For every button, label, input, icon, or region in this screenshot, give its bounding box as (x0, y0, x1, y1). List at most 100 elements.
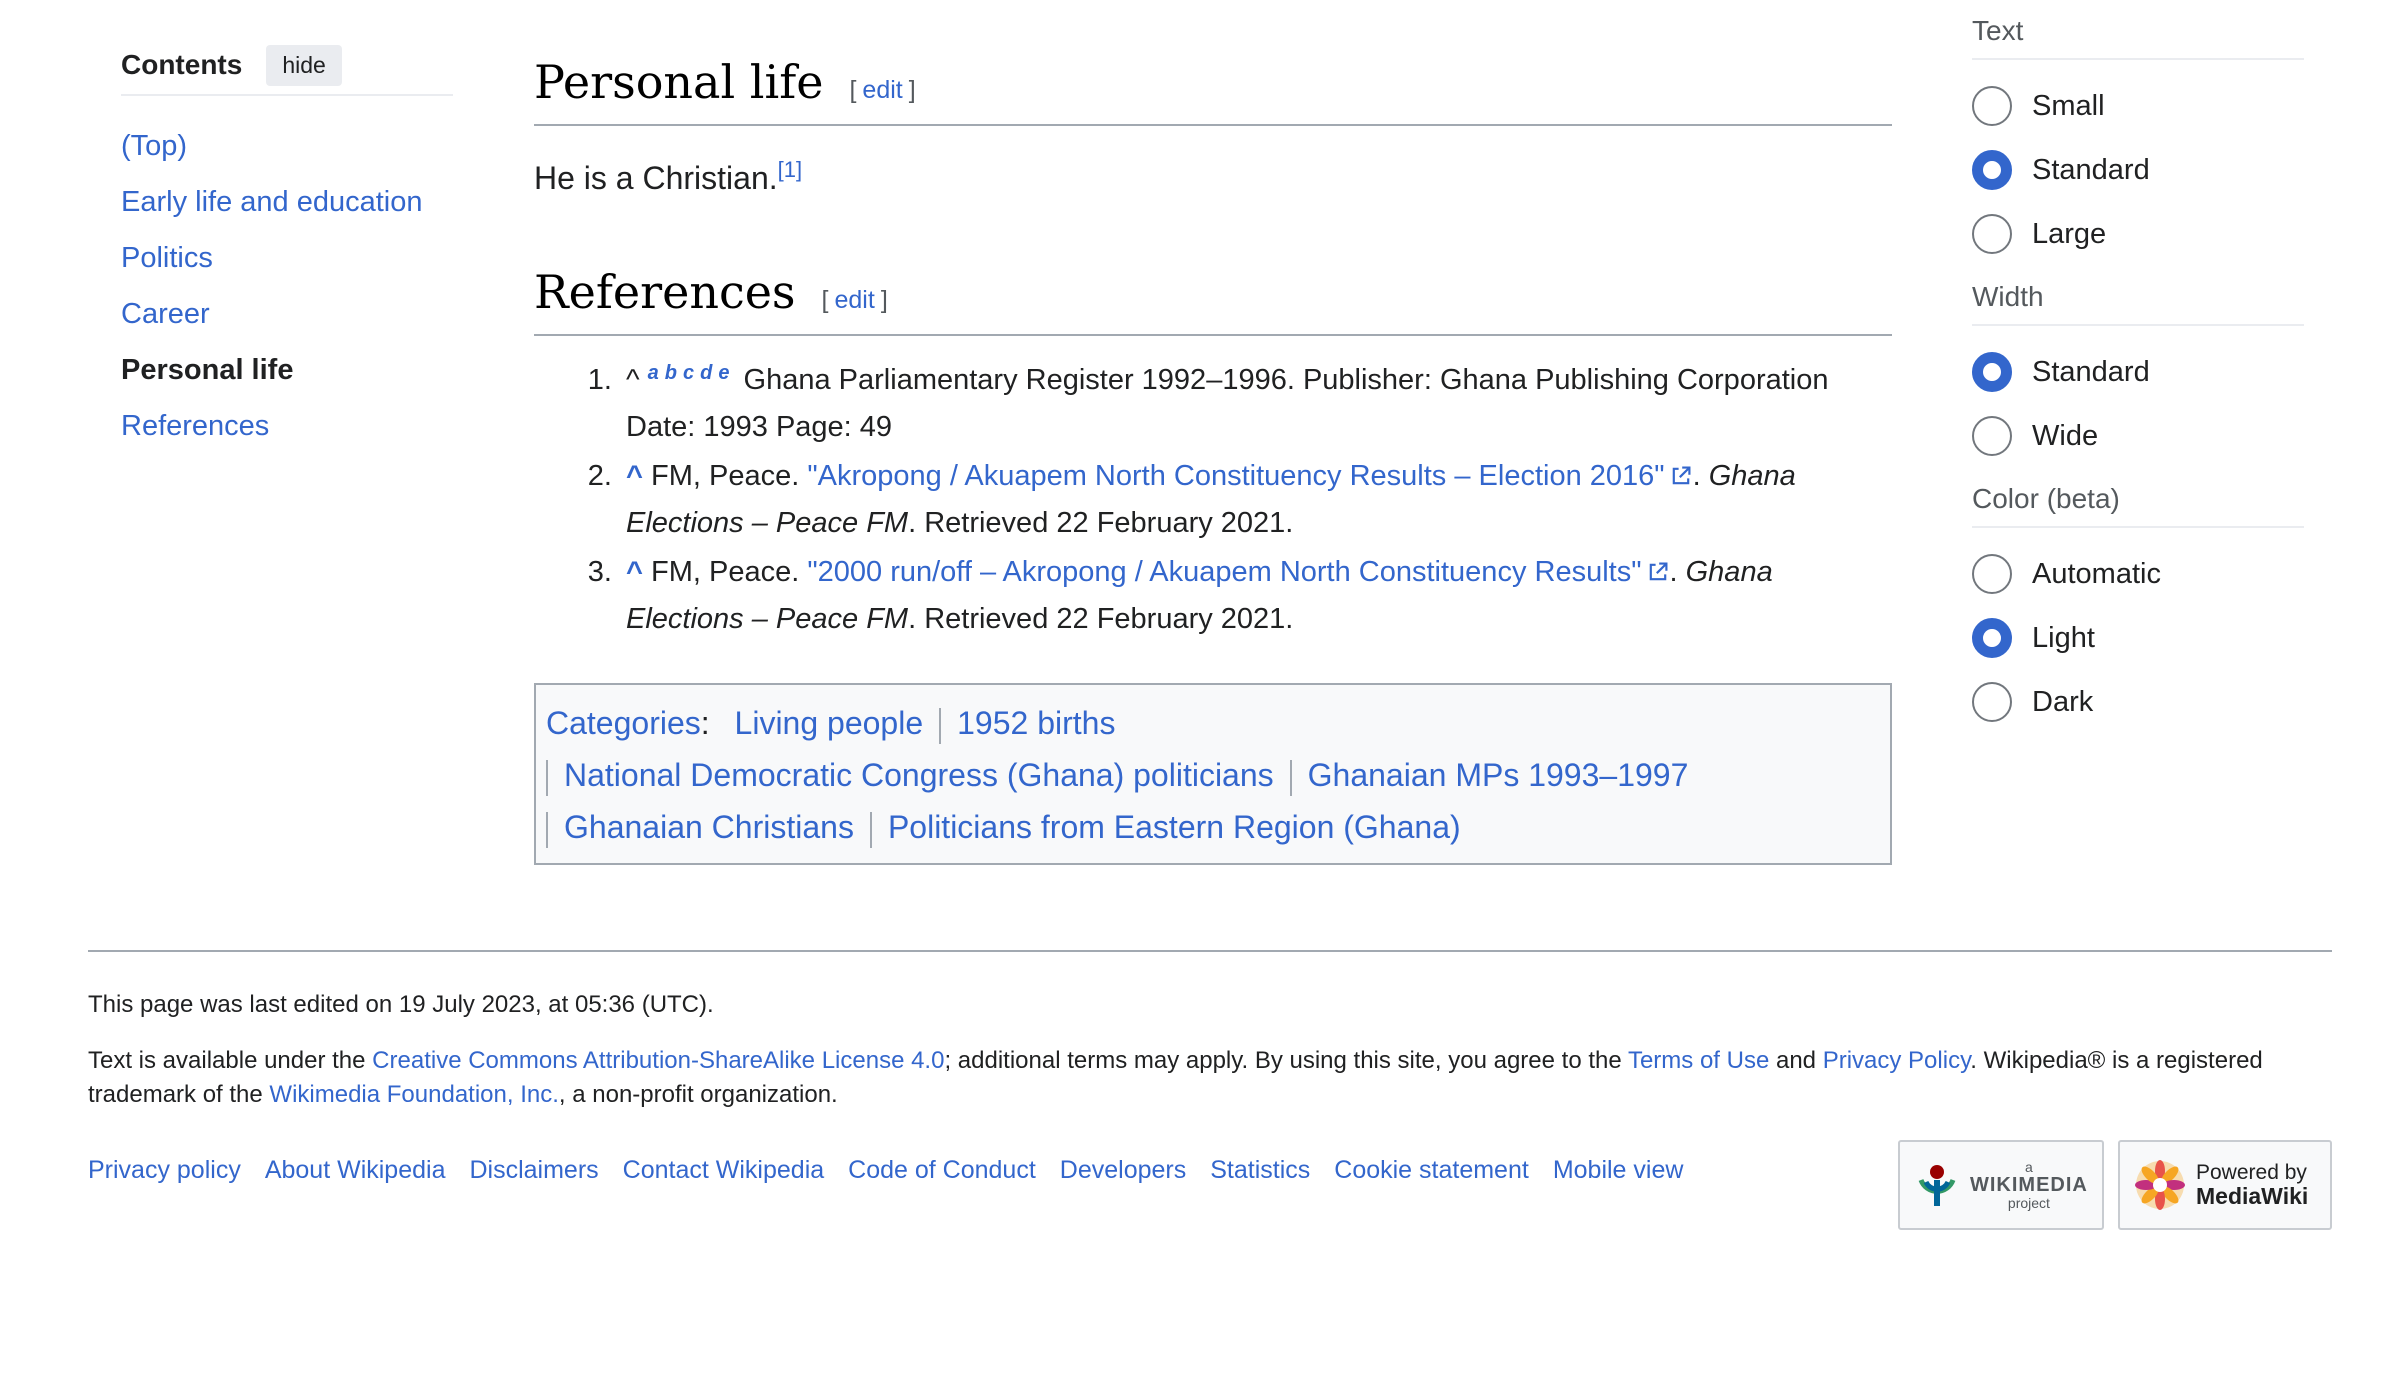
toc-item-personal-life[interactable]: Personal life (121, 342, 453, 398)
toc-item-top[interactable]: (Top) (121, 118, 453, 174)
footer-link-disclaimers[interactable]: Disclaimers (469, 1156, 598, 1185)
toc-item-early-life[interactable]: Early life and education (121, 174, 453, 230)
radio-button[interactable] (1972, 86, 2012, 126)
badge-wikimedia-text: WIKIMEDIA (1970, 1173, 2088, 1196)
category-row: Ghanaian Christians Politicians from East… (546, 801, 1880, 853)
backlink-c[interactable]: c (683, 362, 694, 384)
reference-item-2: ^ FM, Peace. "Akropong / Akuapem North C… (620, 453, 1892, 547)
toc-item-career[interactable]: Career (121, 286, 453, 342)
radio-button[interactable] (1972, 214, 2012, 254)
reference-backlink-caret[interactable]: ^ (626, 460, 643, 492)
heading-references: References (534, 265, 796, 319)
powered-by-mediawiki-badge[interactable]: Powered by MediaWiki (2118, 1140, 2332, 1230)
page-footer: This page was last edited on 19 July 202… (88, 950, 2332, 1230)
badge-small-text: a (2025, 1158, 2033, 1175)
edit-section-references: [edit] (821, 286, 888, 314)
external-link-icon (1672, 466, 1691, 485)
backlink-d[interactable]: d (700, 362, 712, 384)
option-label: Automatic (2032, 557, 2161, 590)
backlink-a[interactable]: a (648, 362, 659, 384)
external-link-icon (1649, 562, 1667, 581)
appearance-color-section: Color (beta) Automatic Light Dark (1972, 480, 2304, 742)
privacy-policy-link[interactable]: Privacy Policy (1823, 1047, 1971, 1074)
footer-link-about[interactable]: About Wikipedia (265, 1156, 446, 1185)
category-row: Categories: Living people 1952 births (546, 697, 1880, 749)
radio-button[interactable] (1972, 416, 2012, 456)
radio-button[interactable] (1972, 682, 2012, 722)
reference-backlinks: abcde (648, 362, 736, 384)
footer-link-code-of-conduct[interactable]: Code of Conduct (848, 1156, 1036, 1185)
category-separator (546, 811, 548, 848)
toc-item-politics[interactable]: Politics (121, 230, 453, 286)
wikimedia-foundation-link[interactable]: Wikimedia Foundation, Inc. (269, 1081, 558, 1108)
categories-label-link[interactable]: Categories (546, 705, 701, 741)
radio-button-checked[interactable] (1972, 150, 2012, 190)
section-heading-personal-life: Personal life [edit] (534, 50, 1892, 126)
section-heading-references: References [edit] (534, 260, 1892, 336)
category-link[interactable]: Ghanaian Christians (564, 809, 854, 845)
wikimedia-logo-icon (1918, 1165, 1956, 1206)
option-label: Large (2032, 217, 2107, 250)
reference-item-3: ^ FM, Peace. "2000 run/off – Akropong / … (620, 549, 1892, 643)
personal-life-paragraph: He is a Christian.[1] (534, 157, 803, 196)
backlink-b[interactable]: b (665, 362, 677, 384)
edit-link-personal-life[interactable]: edit (862, 76, 902, 104)
appearance-color-title: Color (beta) (1972, 480, 2304, 528)
terms-of-use-link[interactable]: Terms of Use (1628, 1047, 1769, 1074)
option-label: Light (2032, 621, 2095, 654)
category-link[interactable]: Living people (735, 705, 924, 741)
category-link[interactable]: Ghanaian MPs 1993–1997 (1308, 757, 1689, 793)
category-link[interactable]: Politicians from Eastern Region (Ghana) (888, 809, 1461, 845)
text-size-large-option[interactable]: Large (1972, 202, 2304, 266)
badge-powered-by-text: Powered by (2196, 1160, 2307, 1184)
radio-button-checked[interactable] (1972, 352, 2012, 392)
footer-link-cookie-statement[interactable]: Cookie statement (1334, 1156, 1529, 1185)
color-dark-option[interactable]: Dark (1972, 670, 2304, 734)
width-wide-option[interactable]: Wide (1972, 404, 2304, 468)
option-label: Standard (2032, 355, 2150, 388)
license-notice: Text is available under the Creative Com… (88, 1047, 2263, 1108)
wikimedia-project-badge[interactable]: a WIKIMEDIA project (1898, 1140, 2104, 1230)
radio-button-checked[interactable] (1972, 618, 2012, 658)
toc-title: Contents (121, 49, 243, 80)
footer-link-privacy-policy[interactable]: Privacy policy (88, 1156, 241, 1185)
reference-mark-1[interactable]: [1] (778, 157, 802, 182)
reference-text: Ghana Parliamentary Register 1992–1996. … (626, 364, 1829, 443)
radio-button[interactable] (1972, 554, 2012, 594)
badge-mediawiki-text: MediaWiki (2196, 1182, 2309, 1209)
footer-link-contact[interactable]: Contact Wikipedia (623, 1156, 824, 1185)
reference-retrieved: Retrieved 22 February 2021. (924, 507, 1294, 539)
toc-item-references[interactable]: References (121, 398, 453, 454)
category-link[interactable]: 1952 births (957, 705, 1115, 741)
reference-retrieved: Retrieved 22 February 2021. (924, 603, 1294, 635)
backlink-e[interactable]: e (718, 362, 729, 384)
appearance-width-title: Width (1972, 278, 2304, 326)
mediawiki-logo-icon (2135, 1160, 2185, 1210)
footer-link-mobile-view[interactable]: Mobile view (1553, 1156, 1684, 1185)
category-link[interactable]: National Democratic Congress (Ghana) pol… (564, 757, 1274, 793)
edit-section-personal-life: [edit] (849, 76, 916, 104)
option-label: Standard (2032, 153, 2150, 186)
edit-link-references[interactable]: edit (835, 286, 875, 314)
option-label: Dark (2032, 685, 2094, 718)
appearance-text-title: Text (1972, 12, 2304, 60)
reference-external-link[interactable]: "2000 run/off – Akropong / Akuapem North… (807, 556, 1641, 588)
reference-item-1: ^ abcde Ghana Parliamentary Register 199… (620, 350, 1892, 451)
appearance-text-section: Text Small Standard Large (1972, 12, 2304, 274)
category-row: National Democratic Congress (Ghana) pol… (546, 749, 1880, 801)
color-automatic-option[interactable]: Automatic (1972, 542, 2304, 606)
category-separator (546, 759, 548, 796)
toc-hide-button[interactable]: hide (266, 44, 342, 86)
heading-personal-life: Personal life (534, 55, 824, 109)
text-size-small-option[interactable]: Small (1972, 74, 2304, 138)
reference-external-link[interactable]: "Akropong / Akuapem North Constituency R… (807, 460, 1664, 492)
footer-link-developers[interactable]: Developers (1060, 1156, 1186, 1185)
category-links-box: Categories: Living people 1952 births Nat… (534, 683, 1892, 865)
width-standard-option[interactable]: Standard (1972, 340, 2304, 404)
cc-license-link[interactable]: Creative Commons Attribution-ShareAlike … (372, 1047, 944, 1074)
appearance-width-section: Width Standard Wide (1972, 278, 2304, 476)
text-size-standard-option[interactable]: Standard (1972, 138, 2304, 202)
color-light-option[interactable]: Light (1972, 606, 2304, 670)
footer-link-statistics[interactable]: Statistics (1210, 1156, 1310, 1185)
reference-backlink-caret[interactable]: ^ (626, 556, 643, 588)
